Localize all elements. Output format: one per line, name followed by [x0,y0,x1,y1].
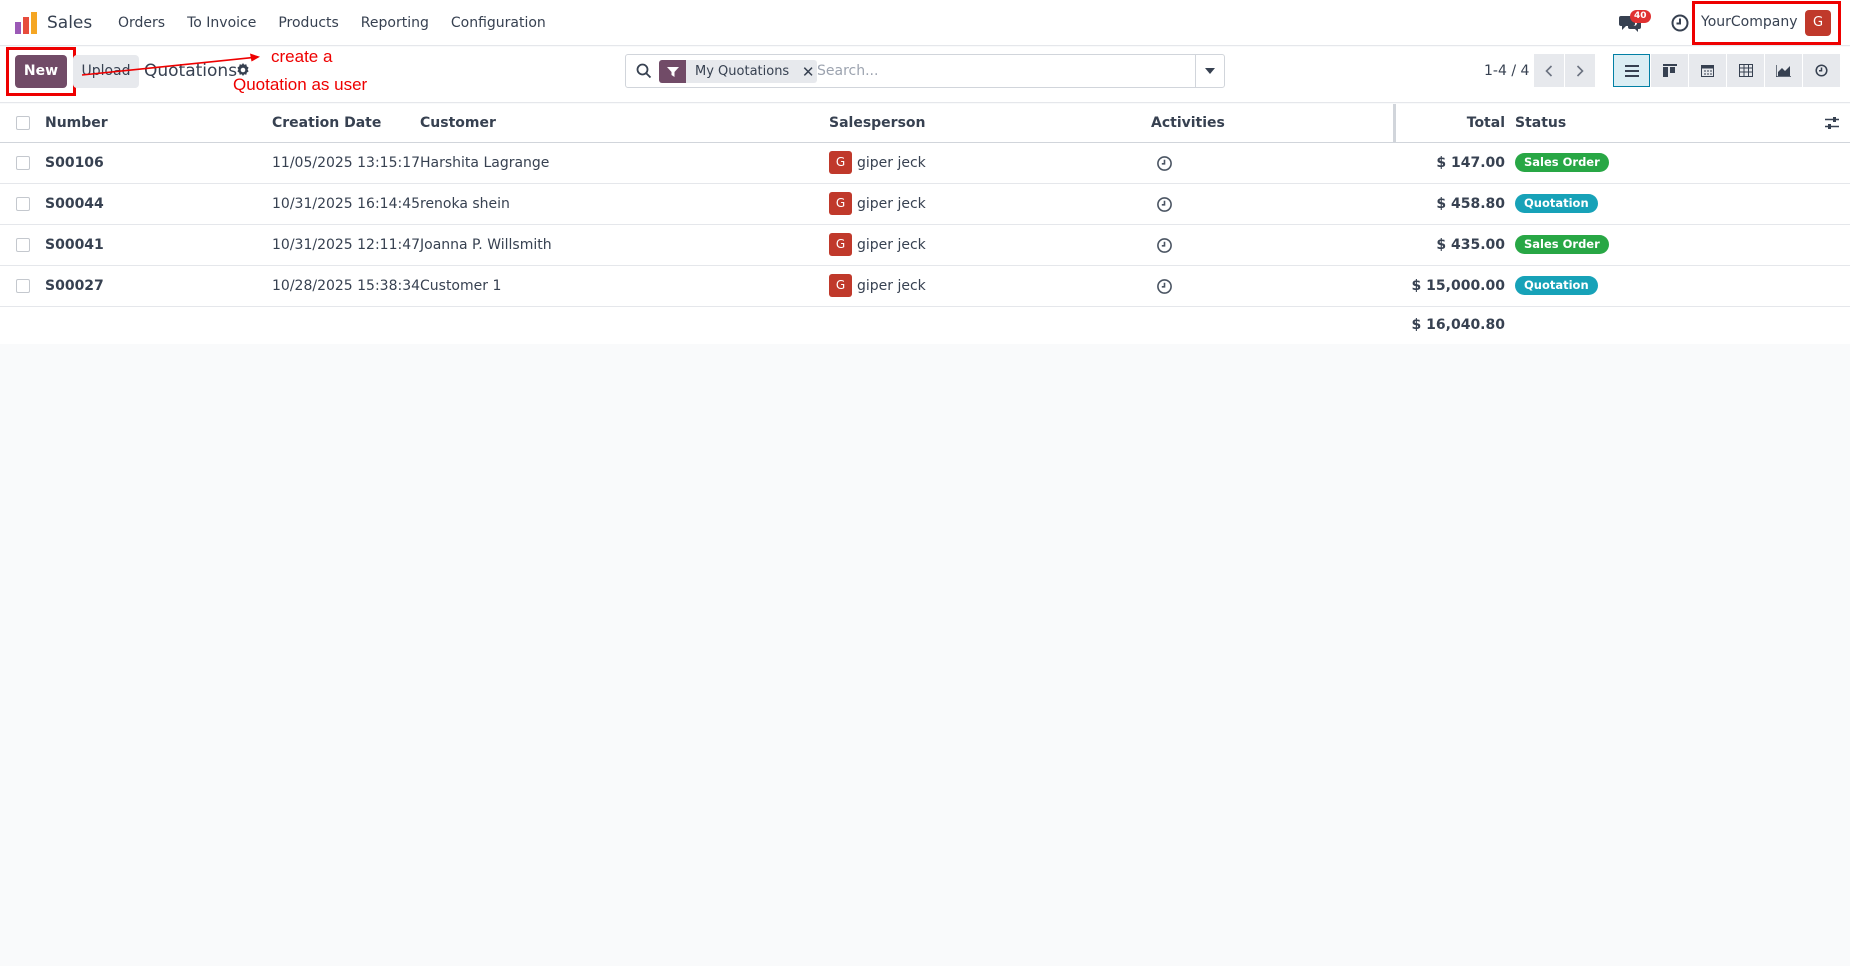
caret-down-icon [1205,68,1215,74]
menu-item-products[interactable]: Products [267,0,349,46]
annotation-highlight-company [1692,1,1841,45]
search-input[interactable] [817,59,1177,83]
cell-creation-date: 10/28/2025 15:38:34 [272,278,421,294]
cell-salesperson: giper jeck [857,237,926,253]
facet-label: My Quotations [695,64,790,79]
view-switcher [1613,54,1841,87]
column-header-creation-date[interactable]: Creation Date [272,104,381,143]
cell-customer: Joanna P. Willsmith [420,237,552,253]
table-footer: $ 16,040.80 [0,307,1850,344]
pager-previous-button[interactable] [1534,54,1564,87]
main-menu: Orders To Invoice Products Reporting Con… [107,0,557,46]
list-view-button[interactable] [1613,54,1650,87]
annotation-text-line1: create a [271,47,333,66]
kanban-icon [1662,64,1677,77]
top-navbar: Sales Orders To Invoice Products Reporti… [0,0,1850,46]
clock-icon [1815,64,1828,77]
column-header-customer[interactable]: Customer [420,104,496,143]
cell-total: $ 435.00 [1436,237,1505,253]
calendar-view-button[interactable] [1689,54,1726,87]
row-checkbox[interactable] [16,197,30,211]
app-name[interactable]: Sales [47,13,92,33]
cell-creation-date: 11/05/2025 13:15:17 [272,155,421,171]
column-resize-handle[interactable] [1393,104,1396,143]
cell-total: $ 15,000.00 [1411,278,1505,294]
table-row[interactable]: S00044 10/31/2025 16:14:45 renoka shein … [0,184,1850,225]
cell-total: $ 147.00 [1436,155,1505,171]
activity-clock-icon[interactable] [1670,13,1690,33]
cell-number: S00106 [45,155,104,171]
search-facet: My Quotations ✕ [659,60,818,83]
salesperson-avatar[interactable]: G [829,192,852,215]
cell-total: $ 458.80 [1436,196,1505,212]
cell-number: S00044 [45,196,104,212]
cell-salesperson: giper jeck [857,155,926,171]
sales-app-icon[interactable] [14,12,38,34]
cell-salesperson: giper jeck [857,278,926,294]
area-chart-icon [1776,64,1791,77]
status-badge: Quotation [1515,194,1598,213]
menu-item-configuration[interactable]: Configuration [440,0,557,46]
activity-view-button[interactable] [1803,54,1840,87]
activity-clock-icon[interactable] [1156,196,1173,213]
column-header-status[interactable]: Status [1515,104,1566,143]
salesperson-avatar[interactable]: G [829,274,852,297]
optional-columns-icon[interactable] [1824,115,1840,131]
status-badge: Quotation [1515,276,1598,295]
chevron-right-icon [1576,64,1584,77]
salesperson-avatar[interactable]: G [829,151,852,174]
sum-total: $ 16,040.80 [1411,317,1505,333]
menu-item-orders[interactable]: Orders [107,0,176,46]
menu-item-to-invoice[interactable]: To Invoice [176,0,267,46]
search-icon[interactable] [636,63,652,79]
column-header-total[interactable]: Total [1410,104,1505,143]
chevron-left-icon [1545,64,1553,77]
annotation-arrow [81,53,260,76]
table-header: Number Creation Date Customer Salesperso… [0,104,1850,143]
cell-customer: Harshita Lagrange [420,155,550,171]
annotation-highlight-new [6,47,76,96]
status-badge: Sales Order [1515,153,1609,172]
pivot-view-button[interactable] [1727,54,1764,87]
cell-number: S00041 [45,237,104,253]
remove-facet-icon[interactable]: ✕ [799,60,817,83]
cell-customer: renoka shein [420,196,510,212]
pager-value[interactable]: 1-4 / 4 [1484,63,1529,79]
row-checkbox[interactable] [16,279,30,293]
cell-salesperson: giper jeck [857,196,926,212]
activity-clock-icon[interactable] [1156,155,1173,172]
menu-item-reporting[interactable]: Reporting [350,0,440,46]
table-row[interactable]: S00106 11/05/2025 13:15:17 Harshita Lagr… [0,143,1850,184]
status-badge: Sales Order [1515,235,1609,254]
pager-next-button[interactable] [1565,54,1595,87]
kanban-view-button[interactable] [1651,54,1688,87]
cell-creation-date: 10/31/2025 12:11:47 [272,237,421,253]
column-header-activities[interactable]: Activities [1151,104,1225,143]
search-options-toggle[interactable] [1195,55,1224,87]
activity-clock-icon[interactable] [1156,237,1173,254]
filter-icon [659,60,686,83]
column-header-salesperson[interactable]: Salesperson [829,104,926,143]
table-row[interactable]: S00041 10/31/2025 12:11:47 Joanna P. Wil… [0,225,1850,266]
pivot-table-icon [1738,64,1753,77]
activity-clock-icon[interactable] [1156,278,1173,295]
table-row[interactable]: S00027 10/28/2025 15:38:34 Customer 1 G … [0,266,1850,307]
list-icon [1624,64,1639,77]
cell-customer: Customer 1 [420,278,502,294]
salesperson-avatar[interactable]: G [829,233,852,256]
chat-count-badge: 40 [1630,10,1651,23]
select-all-checkbox[interactable] [16,116,30,130]
cell-number: S00027 [45,278,104,294]
search-bar: My Quotations ✕ [625,54,1225,88]
calendar-icon [1701,65,1714,77]
graph-view-button[interactable] [1765,54,1802,87]
row-checkbox[interactable] [16,238,30,252]
row-checkbox[interactable] [16,156,30,170]
quotations-table: Number Creation Date Customer Salesperso… [0,104,1850,344]
column-header-number[interactable]: Number [45,104,108,143]
cell-creation-date: 10/31/2025 16:14:45 [272,196,421,212]
